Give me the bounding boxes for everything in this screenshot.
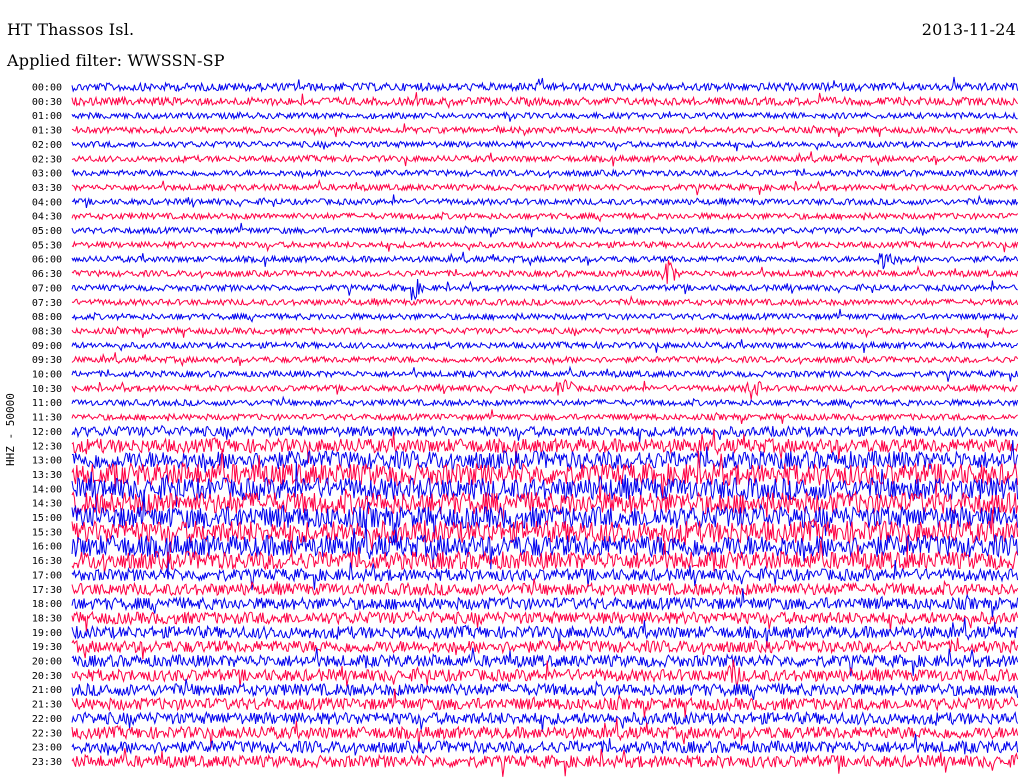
row-time-label: 11:30: [32, 413, 62, 424]
trace-row-12: [71, 251, 1019, 270]
row-time-label: 03:30: [32, 183, 62, 194]
row-time-label: 15:00: [32, 513, 62, 524]
row-time-label: 01:00: [32, 111, 62, 122]
row-time-label: 05:30: [32, 240, 62, 251]
row-time-label: 18:00: [32, 599, 62, 610]
row-time-label: 08:30: [32, 326, 62, 337]
trace-row-6: [71, 168, 1018, 180]
trace-row-14: [71, 278, 1018, 301]
trace-row-45: [71, 717, 1019, 748]
row-time-label: 01:30: [32, 126, 62, 137]
row-time-label: 22:00: [32, 714, 62, 725]
trace-row-0: [71, 76, 1019, 93]
trace-row-22: [71, 395, 1019, 410]
trace-row-4: [71, 139, 1019, 152]
trace-row-46: [71, 733, 1019, 756]
row-time-label: 02:30: [32, 154, 62, 165]
row-time-label: 22:30: [32, 728, 62, 739]
trace-row-2: [71, 110, 1018, 122]
row-time-label: 09:00: [32, 341, 62, 352]
trace-row-18: [71, 339, 1019, 353]
trace-row-37: [71, 610, 1019, 632]
row-time-label: 05:00: [32, 226, 62, 237]
row-time-label: 16:30: [32, 556, 62, 567]
row-time-label: 13:00: [32, 456, 62, 467]
row-time-label: 03:00: [32, 169, 62, 180]
trace-row-21: [71, 378, 1018, 400]
row-time-label: 14:30: [32, 499, 62, 510]
row-time-label: 23:30: [32, 757, 62, 768]
trace-row-39: [71, 637, 1019, 660]
row-time-label: 07:00: [32, 283, 62, 294]
row-time-label: 12:30: [32, 441, 62, 452]
row-time-label: 00:30: [32, 97, 62, 108]
row-time-label: 04:00: [32, 197, 62, 208]
row-time-label: 20:30: [32, 671, 62, 682]
row-time-label: 07:30: [32, 298, 62, 309]
trace-row-33: [71, 540, 1019, 574]
trace-row-1: [71, 92, 1018, 110]
trace-row-19: [71, 352, 1019, 368]
row-time-label: 13:30: [32, 470, 62, 481]
trace-row-13: [71, 259, 1019, 284]
trace-row-35: [71, 578, 1019, 597]
row-time-label: 14:00: [32, 484, 62, 495]
row-time-label: 10:30: [32, 384, 62, 395]
row-time-label: 12:00: [32, 427, 62, 438]
trace-row-10: [71, 222, 1019, 238]
row-time-label: 20:00: [32, 657, 62, 668]
trace-row-17: [71, 325, 1018, 339]
trace-row-42: [71, 678, 1019, 700]
helicorder-plot: 00:00 00:30 01:00 01:30 02:00 02:30 03:00 03:30…: [32, 76, 1019, 777]
row-time-label: 19:30: [32, 642, 62, 653]
row-time-label: 11:00: [32, 398, 62, 409]
row-time-label: 02:00: [32, 140, 62, 151]
trace-row-8: [71, 194, 1019, 209]
row-time-label: 17:00: [32, 570, 62, 581]
row-time-label: 00:00: [32, 83, 62, 94]
trace-row-5: [71, 151, 1018, 167]
trace-row-47: [71, 748, 1019, 777]
row-time-label: 19:00: [32, 628, 62, 639]
row-time-label: 08:00: [32, 312, 62, 323]
trace-row-16: [71, 308, 1019, 323]
trace-row-23: [71, 409, 1018, 425]
row-time-label: 23:00: [32, 743, 62, 754]
row-time-label: 15:30: [32, 527, 62, 538]
trace-row-15: [71, 294, 1019, 308]
row-time-label: 16:00: [32, 542, 62, 553]
row-time-label: 21:30: [32, 700, 62, 711]
trace-row-9: [71, 211, 1018, 223]
row-time-label: 06:30: [32, 269, 62, 280]
row-time-label: 17:30: [32, 585, 62, 596]
trace-row-20: [71, 365, 1019, 382]
trace-row-44: [71, 710, 1019, 733]
trace-row-7: [71, 178, 1018, 196]
row-time-label: 09:30: [32, 355, 62, 366]
row-time-label: 21:00: [32, 685, 62, 696]
row-time-label: 06:00: [32, 255, 62, 266]
row-time-label: 04:30: [32, 212, 62, 223]
trace-row-11: [71, 239, 1019, 253]
trace-row-3: [71, 123, 1018, 138]
row-time-label: 18:30: [32, 613, 62, 624]
row-time-label: 10:00: [32, 370, 62, 381]
